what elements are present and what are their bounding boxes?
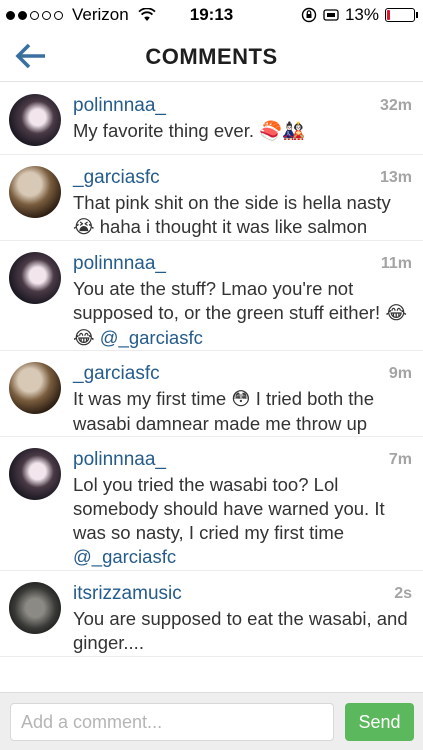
comment-item: _garciasfc 9m It was my first time 😳 I t… (0, 351, 423, 437)
mention-link[interactable]: @_garciasfc (73, 546, 176, 567)
comment-username[interactable]: _garciasfc (73, 167, 160, 189)
avatar[interactable] (9, 94, 61, 146)
comment-timestamp: 9m (388, 365, 412, 382)
comment-text: My favorite thing ever. 🍣🎎 (73, 119, 413, 144)
sushi-emoji-icon: 🍣🎎 (259, 121, 306, 142)
avatar[interactable] (9, 362, 61, 414)
comment-username[interactable]: itsrizzamusic (73, 583, 182, 605)
comment-item: _garciasfc 13m That pink shit on the sid… (0, 155, 423, 241)
battery-level (387, 10, 390, 20)
comment-timestamp: 13m (379, 169, 412, 186)
comment-timestamp: 7m (388, 451, 412, 468)
comment-body: My favorite thing ever. (73, 120, 260, 141)
comment-username[interactable]: _garciasfc (73, 363, 160, 385)
bluetooth-icon (323, 9, 339, 21)
comment-body: That pink shit on the side is hella nast… (73, 192, 391, 213)
comment-bar: Send (0, 692, 423, 750)
comment-timestamp: 32m (379, 97, 412, 114)
comment-username[interactable]: polinnnaa_ (73, 253, 166, 275)
comment-body: It was my first time (73, 388, 232, 409)
comment-body: You ate the stuff? Lmao you're not suppo… (73, 278, 386, 323)
comments-list[interactable]: polinnnaa_ 32m My favorite thing ever. 🍣… (0, 83, 423, 657)
comment-item: itsrizzamusic 2s You are supposed to eat… (0, 571, 423, 657)
comment-username[interactable]: polinnnaa_ (73, 449, 166, 471)
avatar[interactable] (9, 582, 61, 634)
status-right: 13% (301, 5, 418, 25)
comment-text: That pink shit on the side is hella nast… (73, 191, 413, 240)
comment-body: Lol you tried the wasabi too? Lol somebo… (73, 474, 385, 543)
comment-item: polinnnaa_ 11m You ate the stuff? Lmao y… (0, 241, 423, 351)
send-button[interactable]: Send (345, 703, 414, 741)
comment-text: You ate the stuff? Lmao you're not suppo… (73, 277, 413, 351)
avatar[interactable] (9, 252, 61, 304)
avatar[interactable] (9, 448, 61, 500)
comment-timestamp: 11m (380, 255, 412, 272)
comment-username[interactable]: polinnnaa_ (73, 95, 166, 117)
comment-body-end: haha i thought it was like salmon (94, 216, 368, 237)
comment-text: Lol you tried the wasabi too? Lol somebo… (73, 473, 413, 569)
status-bar: Verizon 19:13 13% (0, 0, 423, 30)
battery-percent: 13% (344, 5, 379, 24)
crying-emoji-icon: 😭 (73, 217, 95, 238)
header: COMMENTS (0, 30, 423, 82)
mention-link[interactable]: @_garciasfc (95, 327, 203, 348)
avatar[interactable] (9, 166, 61, 218)
battery-icon (385, 8, 418, 22)
comment-timestamp: 2s (394, 585, 412, 602)
comment-input[interactable] (10, 703, 334, 741)
flushed-emoji-icon: 😳 (231, 389, 251, 410)
comment-text: It was my first time 😳 I tried both the … (73, 387, 413, 436)
comment-text: You are supposed to eat the wasabi, and … (73, 608, 408, 653)
comment-item: polinnnaa_ 7m Lol you tried the wasabi t… (0, 437, 423, 571)
comment-item: polinnnaa_ 32m My favorite thing ever. 🍣… (0, 83, 423, 155)
rotation-lock-icon (301, 7, 317, 23)
page-title: COMMENTS (145, 44, 278, 69)
